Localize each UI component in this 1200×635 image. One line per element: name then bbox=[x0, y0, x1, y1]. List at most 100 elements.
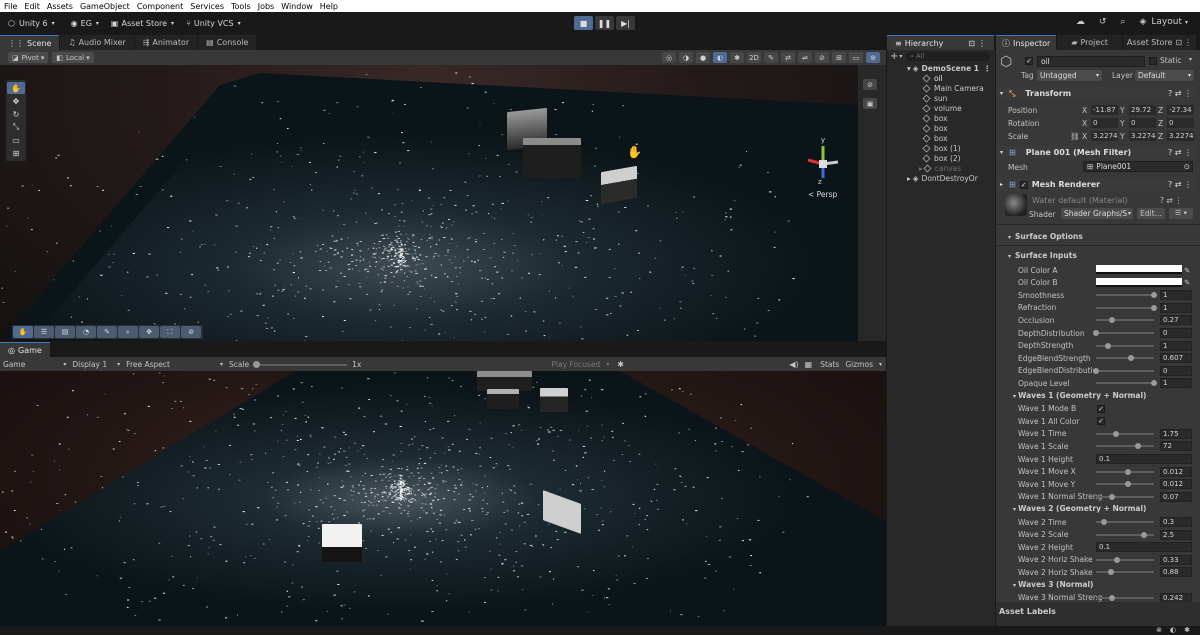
slider-knob[interactable] bbox=[1107, 569, 1114, 576]
bucket-icon[interactable]: ⛶ bbox=[160, 326, 180, 338]
property-slider[interactable] bbox=[1093, 367, 1154, 374]
wave-group-foldout[interactable]: ▾ Waves 3 (Normal) bbox=[1013, 580, 1094, 589]
gizmos-icon[interactable]: ⊕ bbox=[866, 52, 880, 63]
hierarchy-item[interactable]: box (1) bbox=[887, 143, 995, 153]
slider-knob[interactable] bbox=[1151, 292, 1157, 299]
scale-tool-icon[interactable]: ⤡ bbox=[7, 121, 25, 133]
link-icon[interactable]: ⛓ bbox=[1070, 132, 1080, 141]
property-slider[interactable] bbox=[1096, 342, 1154, 349]
rect-tool-icon[interactable]: ▭ bbox=[7, 134, 25, 146]
slider-knob[interactable] bbox=[1093, 367, 1099, 374]
transform-scale-y-field[interactable]: 3.2274 bbox=[1129, 131, 1156, 141]
shaded-sphere-icon[interactable]: ● bbox=[696, 52, 710, 63]
lit-sphere-icon[interactable]: ◐ bbox=[713, 52, 727, 63]
tab-asset-store[interactable]: Asset Store ⊡ ⋮ bbox=[1122, 35, 1197, 50]
property-slider[interactable] bbox=[1096, 468, 1154, 475]
property-slider[interactable] bbox=[1096, 493, 1154, 500]
property-slider[interactable] bbox=[1096, 380, 1157, 387]
tag-dropdown[interactable]: Untagged ▾ bbox=[1037, 70, 1102, 81]
pause-button[interactable]: ❚❚ bbox=[595, 16, 614, 30]
target-icon[interactable]: ⊙ bbox=[1184, 162, 1190, 172]
menu-jobs[interactable]: Jobs bbox=[258, 2, 275, 11]
menu-window[interactable]: Window bbox=[281, 2, 313, 11]
menu-file[interactable]: File bbox=[4, 2, 17, 11]
display-dropdown[interactable]: Display 1 bbox=[72, 360, 107, 369]
property-slider[interactable] bbox=[1096, 556, 1154, 563]
property-value-field[interactable]: 0.012 bbox=[1160, 466, 1192, 477]
hierarchy-search-input[interactable]: ⌕ All bbox=[906, 52, 991, 61]
hierarchy-item[interactable]: oil bbox=[887, 73, 995, 83]
scene-viewport[interactable]: ✋ y z < Persp bbox=[0, 65, 858, 341]
property-value-field[interactable]: 1 bbox=[1160, 302, 1192, 313]
object-name-field[interactable]: oil bbox=[1037, 56, 1145, 67]
account-dropdown[interactable]: ◉ EG ▾ bbox=[71, 19, 99, 28]
property-value-field[interactable]: 0.88 bbox=[1160, 567, 1192, 578]
property-value-field[interactable]: 72 bbox=[1160, 441, 1192, 452]
property-value-field[interactable]: 0 bbox=[1160, 328, 1192, 338]
property-value-field[interactable]: 1 bbox=[1160, 290, 1192, 301]
render-mode-icon[interactable]: ◑ bbox=[679, 52, 693, 63]
fx-icon[interactable]: ✱ bbox=[730, 52, 744, 63]
property-value-field[interactable]: 1.75 bbox=[1160, 428, 1192, 439]
zoom-icon[interactable]: ⌕ bbox=[118, 326, 138, 338]
history-icon[interactable]: ↺ bbox=[1099, 17, 1107, 27]
shortcuts-icon[interactable]: ▦ bbox=[805, 360, 813, 369]
component-menu-icons[interactable]: ? ⇄ ⋮ bbox=[1168, 148, 1192, 157]
more-icon[interactable]: ⋮ bbox=[1184, 38, 1192, 47]
property-value-field[interactable]: 0.1 bbox=[1096, 454, 1192, 464]
hierarchy-item[interactable]: box bbox=[887, 133, 995, 143]
hand-tool-icon[interactable]: ✋ bbox=[13, 326, 33, 338]
active-checkbox[interactable]: ✓ bbox=[1025, 57, 1033, 65]
bug-icon[interactable]: ✱ bbox=[617, 360, 624, 369]
color-field[interactable] bbox=[1096, 277, 1182, 287]
aspect-dropdown[interactable]: Free Aspect bbox=[126, 360, 170, 369]
mesh-object-field[interactable]: ⊞ Plane001 ⊙ bbox=[1083, 161, 1193, 172]
eyedropper-icon[interactable]: ✎ bbox=[1184, 266, 1190, 275]
tab-inspector[interactable]: ⓘ Inspector bbox=[996, 35, 1057, 50]
camera-settings-icon[interactable]: ▣ bbox=[863, 98, 877, 109]
hierarchy-item[interactable]: box bbox=[887, 113, 995, 123]
layout-dropdown[interactable]: Layout bbox=[1151, 17, 1182, 27]
layers-icon[interactable]: ◈ bbox=[1139, 17, 1146, 27]
menu-assets[interactable]: Assets bbox=[47, 2, 73, 11]
mesh-renderer-checkbox[interactable]: ✓ bbox=[1019, 180, 1028, 189]
game-viewport[interactable] bbox=[0, 371, 886, 626]
terrain-icon[interactable]: ▤ bbox=[55, 326, 75, 338]
layer-dropdown[interactable]: Default ▾ bbox=[1135, 70, 1194, 81]
shader-list-button[interactable]: ☰ ▾ bbox=[1169, 208, 1193, 219]
property-value-field[interactable]: 0.07 bbox=[1160, 491, 1192, 502]
slider-knob[interactable] bbox=[1128, 355, 1135, 362]
tab-game[interactable]: ◎ Game bbox=[0, 342, 50, 357]
static-checkbox[interactable] bbox=[1149, 57, 1157, 65]
slider-knob[interactable] bbox=[1124, 468, 1131, 475]
box-object[interactable] bbox=[523, 138, 581, 178]
shader-dropdown[interactable]: Shader Graphs/S ▾ bbox=[1061, 208, 1133, 219]
hierarchy-dontdestroy[interactable]: ▸ ◈ DontDestroyOr bbox=[887, 173, 995, 183]
property-slider[interactable] bbox=[1096, 594, 1154, 601]
slider-knob[interactable] bbox=[1151, 380, 1157, 387]
transform-position-x-field[interactable]: -11.87 bbox=[1091, 105, 1118, 115]
mesh-filter-header[interactable]: ▾ ⊞ Plane 001 (Mesh Filter) ? ⇄ ⋮ bbox=[996, 146, 1196, 159]
property-slider[interactable] bbox=[1096, 531, 1154, 538]
scale-slider-knob[interactable] bbox=[253, 360, 261, 368]
network-icon[interactable]: ⊗ bbox=[1156, 626, 1162, 634]
mesh-renderer-header[interactable]: ▸ ⊞ ✓ Mesh Renderer ? ⇄ ⋮ bbox=[996, 178, 1196, 191]
lock-icon[interactable]: ⊡ bbox=[1175, 38, 1182, 47]
add-icon[interactable]: + bbox=[890, 51, 898, 62]
effects-icon[interactable]: ⇌ bbox=[798, 52, 812, 63]
compass-icon[interactable]: ⊘ bbox=[181, 326, 201, 338]
brush-icon[interactable]: ✎ bbox=[97, 326, 117, 338]
step-button[interactable]: ▶| bbox=[616, 16, 635, 30]
eyedropper-icon[interactable]: ✎ bbox=[1184, 278, 1190, 287]
property-slider[interactable] bbox=[1096, 292, 1157, 299]
hierarchy-item[interactable]: ▸ canvas bbox=[887, 163, 995, 173]
transform-position-z-field[interactable]: -27.34 bbox=[1167, 105, 1194, 115]
camera-icon[interactable]: ▭ bbox=[849, 52, 863, 63]
slider-knob[interactable] bbox=[1124, 481, 1131, 488]
shader-edit-button[interactable]: Edit... bbox=[1137, 208, 1165, 219]
tab-audio-mixer[interactable]: ♫ Audio Mixer bbox=[60, 35, 134, 50]
menu-help[interactable]: Help bbox=[320, 2, 338, 11]
hierarchy-item[interactable]: box (2) bbox=[887, 153, 995, 163]
slider-knob[interactable] bbox=[1140, 531, 1147, 538]
menu-gameobject[interactable]: GameObject bbox=[80, 2, 130, 11]
